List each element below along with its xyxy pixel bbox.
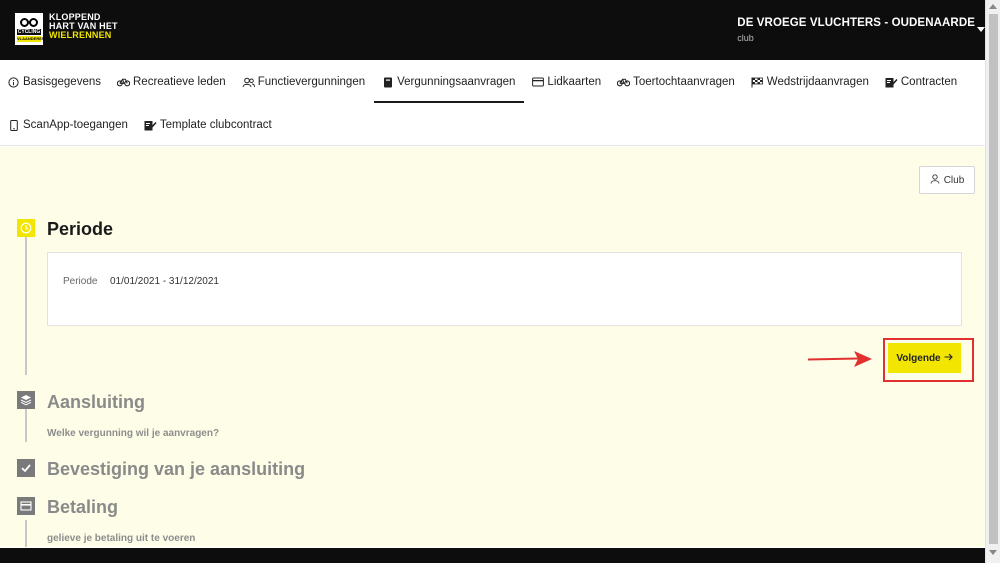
top-bar: CYCLING VLAANDEREN KLOPPEND HART VAN HET… [0, 0, 985, 60]
tab-label: Contracten [900, 76, 958, 88]
step-connector-line [25, 237, 27, 375]
step-title-betaling: Betaling [47, 497, 119, 517]
tab-label: Vergunningsaanvragen [397, 76, 516, 88]
arrow-right-icon [944, 353, 953, 364]
tab-basisgegevens[interactable]: Basisgegevens [0, 61, 110, 103]
brand-logo[interactable]: CYCLING VLAANDEREN KLOPPEND HART VAN HET… [15, 13, 118, 45]
scroll-up-arrow-icon[interactable] [989, 4, 997, 9]
tab-label: ScanApp-toegangen [23, 119, 128, 131]
tab-label: Wedstrijdaanvragen [766, 76, 869, 88]
tab-recreatieve-leden[interactable]: Recreatieve leden [110, 61, 235, 103]
step-title-bevestiging: Bevestiging van je aansluiting [47, 459, 306, 479]
badge-top-text: CYCLING [17, 29, 41, 35]
tab-toertochtaanvragen[interactable]: Toertochtaanvragen [610, 61, 744, 103]
brand-wordmark: KLOPPEND HART VAN HET WIELRENNEN [49, 13, 118, 40]
bicycle-icon [117, 76, 130, 89]
glasses-icon [20, 18, 38, 27]
user-icon [930, 173, 940, 187]
signature-icon [885, 76, 898, 89]
tab-label: Basisgegevens [23, 76, 101, 88]
nav-row-2: ScanApp-toegangen Template clubcontract [0, 104, 281, 146]
step-subtitle-betaling: gelieve je betaling uit te voeren [47, 533, 196, 544]
club-selector-dropdown[interactable]: DE VROEGE VLUCHTERS - OUDENAARDE club [737, 17, 985, 43]
next-button-label: Volgende [896, 352, 941, 364]
clock-icon [17, 219, 35, 237]
club-nav: Basisgegevens Recreatieve leden Functiev… [0, 60, 985, 146]
tab-label: Template clubcontract [159, 119, 272, 131]
scroll-down-arrow-icon[interactable] [989, 550, 997, 555]
users-icon [242, 76, 255, 89]
vertical-scrollbar[interactable] [985, 0, 1000, 563]
step-title-aansluiting: Aansluiting [47, 392, 145, 412]
layers-icon [17, 391, 35, 409]
tab-label: Toertochtaanvragen [633, 76, 735, 88]
tab-lidkaarten[interactable]: Lidkaarten [524, 61, 610, 103]
book-icon [381, 76, 394, 89]
club-button[interactable]: Club [919, 166, 975, 194]
mobile-icon [7, 119, 20, 132]
periode-label: Periode [63, 276, 98, 287]
tab-vergunningsaanvragen[interactable]: Vergunningsaanvragen [374, 61, 525, 103]
info-circle-icon [7, 76, 20, 89]
wizard-content: Club Periode Periode 01/01/2021 - 31/12/… [0, 147, 985, 547]
tab-functievergunningen[interactable]: Functievergunningen [235, 61, 374, 103]
checkered-flag-icon [751, 76, 764, 89]
nav-row-1: Basisgegevens Recreatieve leden Functiev… [0, 61, 966, 103]
annotation-arrow-icon [807, 351, 872, 367]
club-selector-subtitle: club [737, 33, 754, 43]
tab-wedstrijdaanvragen[interactable]: Wedstrijdaanvragen [744, 61, 878, 103]
tab-label: Functievergunningen [257, 76, 366, 88]
club-button-label: Club [943, 174, 965, 186]
step-subtitle-aansluiting: Welke vergunning wil je aanvragen? [47, 428, 220, 439]
club-selector-name: DE VROEGE VLUCHTERS - OUDENAARDE [737, 17, 975, 29]
credit-card-icon [17, 497, 35, 515]
bicycle-icon [617, 76, 631, 89]
step-title-periode: Periode [47, 219, 114, 239]
caret-down-icon [977, 27, 985, 32]
signature-icon [144, 119, 157, 132]
tab-label: Recreatieve leden [133, 76, 226, 88]
card-icon [531, 76, 544, 89]
periode-value: 01/01/2021 - 31/12/2021 [110, 276, 219, 287]
periode-card: Periode 01/01/2021 - 31/12/2021 [47, 252, 962, 326]
check-icon [17, 459, 35, 477]
tab-template-clubcontract[interactable]: Template clubcontract [137, 104, 281, 146]
brand-line-3: WIELRENNEN [49, 30, 112, 40]
next-button[interactable]: Volgende [888, 343, 961, 373]
scrollbar-thumb[interactable] [989, 14, 998, 544]
tab-scanapp-toegangen[interactable]: ScanApp-toegangen [0, 104, 137, 146]
step-connector-line [25, 409, 27, 442]
tab-label: Lidkaarten [547, 76, 602, 88]
tab-contracten[interactable]: Contracten [878, 61, 966, 103]
step-connector-line [25, 520, 27, 547]
bottom-bar [0, 548, 985, 563]
badge-bottom-text: VLAANDEREN [17, 36, 45, 42]
cycling-vlaanderen-badge: CYCLING VLAANDEREN [15, 13, 45, 45]
